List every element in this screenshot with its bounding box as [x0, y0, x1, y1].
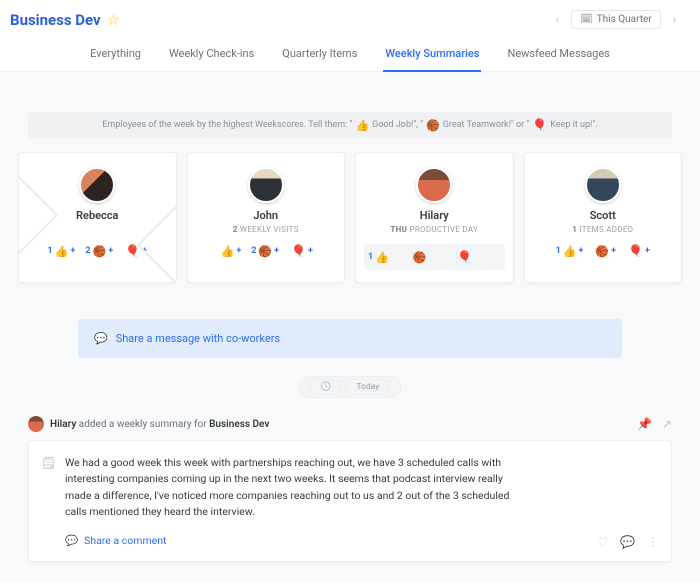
- like-icon[interactable]: ♡: [597, 535, 608, 549]
- comment-icon: 💬: [65, 534, 78, 547]
- period-label-text: This Quarter: [597, 14, 652, 25]
- basketball-icon: 🏀: [413, 252, 427, 263]
- chevron-left-icon[interactable]: ‹: [552, 11, 563, 28]
- thumbs-up-icon: 👍: [55, 246, 69, 257]
- basketball-icon: 🏀: [258, 246, 272, 257]
- basketball-icon: 🏀: [595, 246, 609, 257]
- thumbs-up-icon: 👍: [563, 246, 577, 257]
- chevron-right-icon[interactable]: ›: [669, 11, 680, 28]
- today-separator: 🕓 Today: [299, 376, 401, 398]
- basketball-icon: 🏀: [426, 120, 440, 131]
- avatar[interactable]: [585, 167, 621, 203]
- summary-card: 🗒 We had a good week this week with part…: [28, 440, 672, 562]
- thumbs-up-icon: 👍: [375, 252, 389, 263]
- calendar-icon: 🗓: [580, 14, 593, 25]
- employee-subtitle: THU PRODUCTIVE DAY: [364, 225, 505, 234]
- reaction-teamwork[interactable]: 🏀+: [593, 246, 616, 257]
- employee-card: John 2 WEEKLY VISITS 👍+ 2🏀+ 🎈+: [187, 152, 346, 283]
- employee-subtitle: 1 ITEMS ADDED: [533, 225, 674, 234]
- reaction-thumbs-up[interactable]: 1👍+: [556, 246, 584, 257]
- reaction-bar: 1👍+ 🏀+ 🎈+: [533, 244, 674, 258]
- tab-quarterly-items[interactable]: Quarterly Items: [280, 39, 359, 71]
- avatar[interactable]: [28, 416, 44, 432]
- tab-weekly-checkins[interactable]: Weekly Check-ins: [167, 39, 256, 71]
- employee-card: Hilary THU PRODUCTIVE DAY 1👍 🏀 🎈: [355, 152, 514, 283]
- share-comment-button[interactable]: 💬 Share a comment: [65, 534, 655, 547]
- reaction-bar: 👍+ 2🏀+ 🎈+: [196, 244, 337, 258]
- balloon-icon: 🎈: [628, 244, 643, 258]
- reaction-thumbs-up[interactable]: 1👍: [368, 250, 413, 265]
- tabs: Everything Weekly Check-ins Quarterly It…: [0, 39, 700, 72]
- reaction-keepitup[interactable]: 🎈+: [626, 244, 650, 258]
- reaction-keepitup[interactable]: 🎈: [457, 248, 501, 266]
- reaction-thumbs-up[interactable]: 1👍+: [48, 246, 76, 257]
- reaction-thumbs-up[interactable]: 👍+: [219, 246, 242, 257]
- feed-byline: Hilary added a weekly summary for Busine…: [50, 419, 269, 430]
- reaction-teamwork[interactable]: 2🏀+: [251, 246, 279, 257]
- reaction-teamwork[interactable]: 🏀: [413, 250, 458, 265]
- thumbs-up-icon: 👍: [221, 246, 235, 257]
- summary-body: We had a good week this week with partne…: [65, 455, 525, 520]
- pin-icon[interactable]: 📌: [637, 417, 652, 431]
- reaction-bar: 1👍+ 2🏀+ 🎈+: [27, 244, 168, 258]
- basketball-icon: 🏀: [92, 246, 106, 257]
- page-title: Business Dev: [10, 11, 101, 29]
- avatar[interactable]: [248, 167, 284, 203]
- employee-subtitle: [27, 225, 168, 234]
- tab-everything[interactable]: Everything: [88, 39, 143, 71]
- tab-newsfeed-messages[interactable]: Newsfeed Messages: [505, 39, 611, 71]
- chat-icon: 💬: [94, 332, 108, 345]
- star-icon[interactable]: ☆: [107, 11, 120, 29]
- balloon-icon: 🎈: [291, 244, 306, 258]
- reaction-teamwork[interactable]: 2🏀+: [85, 246, 113, 257]
- share-message-input[interactable]: 💬 Share a message with co-workers: [78, 319, 622, 358]
- period-picker: ‹ 🗓 This Quarter ›: [552, 10, 680, 29]
- period-select[interactable]: 🗓 This Quarter: [571, 10, 661, 29]
- document-icon: 🗒: [41, 456, 56, 470]
- balloon-icon: 🎈: [532, 118, 547, 132]
- thumbs-up-icon: 👍: [355, 120, 369, 131]
- hint-bar: Employees of the week by the highest Wee…: [28, 112, 672, 138]
- employee-name: John: [196, 209, 337, 222]
- balloon-icon: 🎈: [457, 250, 472, 264]
- clock-icon: 🕓: [310, 379, 343, 395]
- employee-card: Scott 1 ITEMS ADDED 1👍+ 🏀+ 🎈+: [524, 152, 683, 283]
- tab-weekly-summaries[interactable]: Weekly Summaries: [383, 39, 481, 72]
- employee-name: Hilary: [364, 209, 505, 222]
- reaction-keepitup[interactable]: 🎈+: [123, 244, 147, 258]
- reaction-keepitup[interactable]: 🎈+: [289, 244, 313, 258]
- employee-name: Scott: [533, 209, 674, 222]
- more-icon[interactable]: ⋮: [647, 535, 659, 549]
- share-placeholder: Share a message with co-workers: [116, 332, 280, 345]
- employee-name: Rebecca: [27, 209, 168, 222]
- reaction-bar: 1👍 🏀 🎈: [364, 244, 505, 270]
- comment-icon[interactable]: 💬: [620, 535, 635, 549]
- avatar[interactable]: [416, 167, 452, 203]
- employee-subtitle: 2 WEEKLY VISITS: [196, 225, 337, 234]
- avatar[interactable]: [79, 167, 115, 203]
- balloon-icon: 🎈: [125, 244, 140, 258]
- employee-card: Rebecca 1👍+ 2🏀+ 🎈+: [18, 152, 177, 283]
- external-link-icon[interactable]: ↗: [662, 417, 672, 431]
